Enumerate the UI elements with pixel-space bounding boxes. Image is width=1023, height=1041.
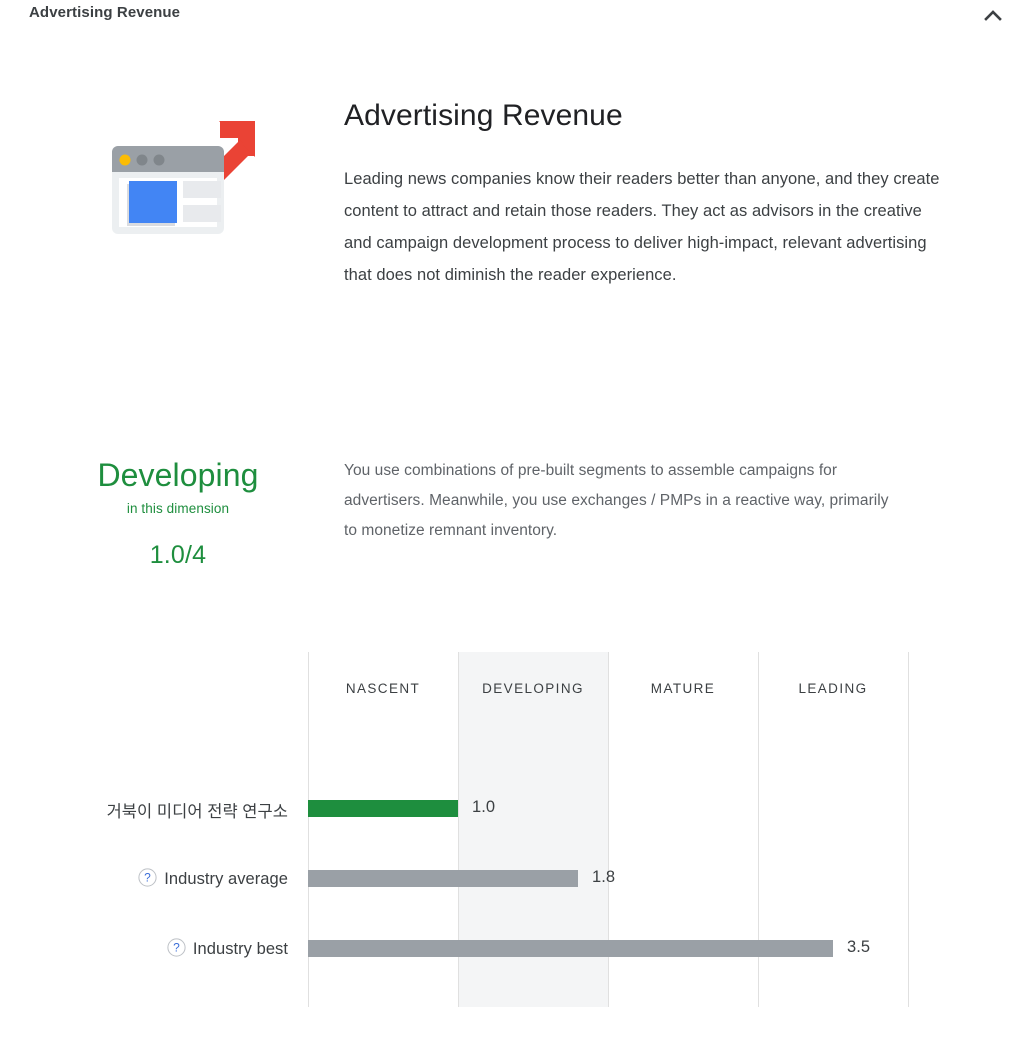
chart-row-label: ? Industry best (0, 938, 288, 962)
svg-text:?: ? (144, 871, 151, 885)
chart-row-label: ? Industry average (0, 868, 288, 892)
chart-right-edge (908, 652, 909, 1007)
level-description: You use combinations of pre-built segmen… (344, 462, 889, 539)
browser-window-growth-icon (98, 84, 258, 244)
chart-row-label-text: 거북이 미디어 전략 연구소 (106, 803, 288, 821)
help-icon[interactable]: ? (167, 938, 186, 962)
chart-bar (308, 940, 833, 957)
chevron-up-icon[interactable] (978, 2, 1008, 28)
chart-bar-value: 3.5 (847, 938, 871, 956)
score-level: Developing (97, 457, 259, 493)
chart-bar (308, 800, 458, 817)
chart-band-label-nascent: NASCENT (345, 681, 421, 696)
chart-row-label-text: Industry average (164, 870, 288, 888)
chart-plot-area: NASCENT DEVELOPING MATURE LEADING 1.0 1.8 3.5 (308, 652, 909, 1007)
chart-bar (308, 870, 578, 887)
chart-band-label-mature: MATURE (650, 681, 716, 696)
chart-band-label-leading: LEADING (798, 681, 868, 696)
help-icon[interactable]: ? (138, 868, 157, 892)
benchmark-chart: NASCENT DEVELOPING MATURE LEADING 1.0 1.8 3.5… (0, 652, 1023, 1012)
chart-row-label-text: Industry best (192, 940, 288, 958)
chart-band-label-developing: DEVELOPING (482, 681, 584, 696)
hero-text-block: Advertising Revenue Leading news compani… (344, 84, 954, 291)
chart-bar-value: 1.8 (592, 868, 616, 886)
chart-bar-value: 1.0 (472, 798, 496, 816)
score-sublabel: in this dimension (126, 501, 230, 516)
hero-description: Leading news companies know their reader… (344, 170, 940, 284)
svg-text:?: ? (173, 941, 180, 955)
panel-title: Advertising Revenue (29, 4, 181, 21)
page-title: Advertising Revenue (344, 99, 623, 132)
chart-row-label: 거북이 미디어 전략 연구소 (0, 798, 288, 822)
score-block: Developing in this dimension 1.0/4 (40, 455, 316, 571)
score-value: 1.0/4 (149, 541, 207, 569)
panel-header: Advertising Revenue (0, 0, 1023, 30)
